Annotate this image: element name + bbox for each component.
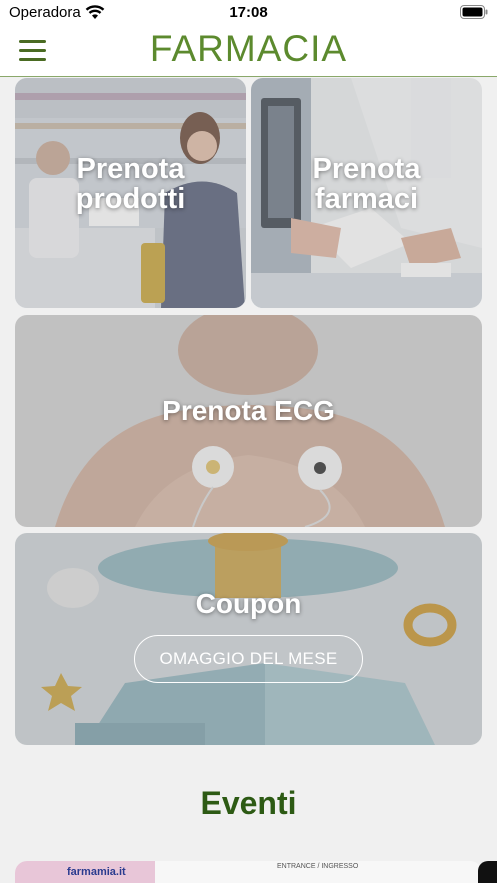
prenota-prodotti-tile[interactable]: Prenota prodotti xyxy=(15,78,246,308)
battery-icon xyxy=(460,5,488,19)
prenota-farmaci-label: Prenota farmaci xyxy=(312,153,421,215)
status-bar: Operadora 17:08 xyxy=(0,0,497,26)
prenota-ecg-tile[interactable]: Prenota ECG xyxy=(15,315,482,527)
next-event-card-peek[interactable] xyxy=(478,861,497,883)
status-time: 17:08 xyxy=(229,4,268,21)
coupon-tile[interactable]: Coupon OMAGGIO DEL MESE xyxy=(15,533,482,745)
eventi-section-title: Eventi xyxy=(200,785,297,821)
farmamia-logo: farmamia.it xyxy=(67,866,126,878)
prenota-prodotti-label: Prenota prodotti xyxy=(75,153,186,215)
prenota-ecg-label: Prenota ECG xyxy=(162,395,335,426)
app-header: FARMACIA xyxy=(0,26,497,77)
coupon-label: Coupon xyxy=(195,588,302,619)
app-title: FARMACIA xyxy=(149,28,348,69)
entrance-sign: ENTRANCE / INGRESSO xyxy=(277,863,359,870)
omaggio-del-mese-button[interactable]: OMAGGIO DEL MESE xyxy=(134,635,363,683)
prenota-farmaci-tile[interactable]: Prenota farmaci xyxy=(251,78,482,308)
event-banner[interactable]: farmamia.it ENTRANCE / INGRESSO xyxy=(15,861,482,883)
